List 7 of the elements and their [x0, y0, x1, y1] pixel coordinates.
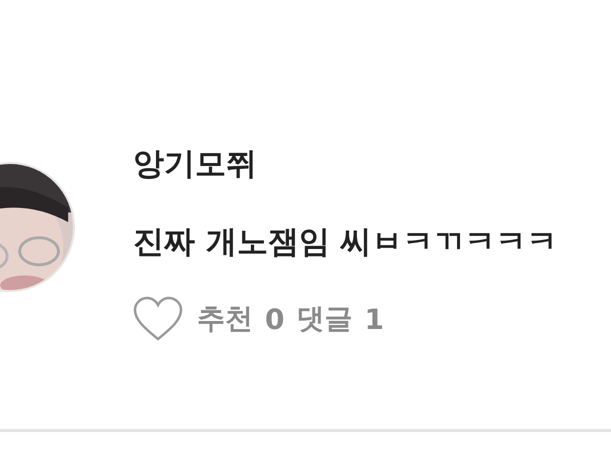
likes-count: 0 [265, 302, 284, 336]
likes-label: 추천 [197, 301, 253, 337]
comment-text: 진짜 개노잼임 씨ㅂㅋㄲㅋㅋㅋ [133, 223, 558, 262]
heart-icon[interactable] [133, 296, 183, 342]
replies-count: 1 [364, 302, 384, 336]
comment-author: 앙기모쮜 [133, 145, 258, 184]
replies-label: 댓글 [296, 301, 352, 337]
